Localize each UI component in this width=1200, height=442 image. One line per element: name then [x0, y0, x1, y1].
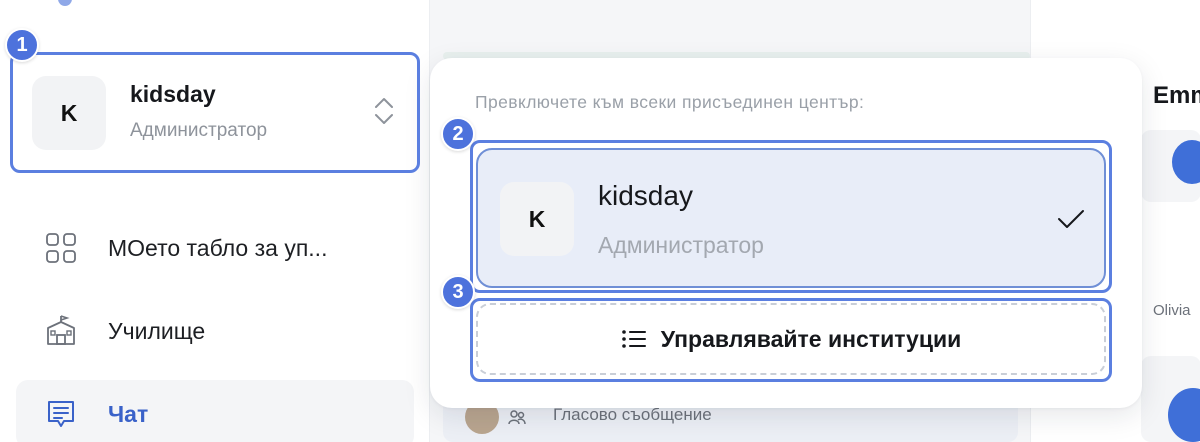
dropdown-heading: Превключете към всеки присъединен център…	[475, 92, 865, 112]
center-switcher[interactable]: K kidsday Администратор	[14, 57, 416, 169]
center-role: Администратор	[130, 120, 268, 141]
message-preview-text: Гласово съобщение	[553, 405, 712, 424]
center-avatar: K	[500, 182, 574, 256]
center-option-role: Администратор	[598, 232, 764, 258]
contact-name: Emm	[1153, 82, 1200, 109]
center-avatar: K	[32, 76, 106, 150]
callout-badge-1: 1	[5, 28, 39, 62]
chevron-up-down-icon	[375, 98, 393, 124]
sidebar-item-chat[interactable]: Чат	[16, 380, 414, 442]
check-icon	[1058, 210, 1084, 228]
sidebar: K kidsday Администратор МОето табло за у…	[0, 0, 430, 442]
manage-institutions-button[interactable]: Управлявайте институции	[476, 303, 1106, 375]
school-icon	[47, 315, 75, 345]
callout-badge-3: 3	[441, 275, 475, 309]
center-switch-dropdown: Превключете към всеки присъединен център…	[430, 58, 1142, 408]
sidebar-item-label: Училище	[108, 317, 206, 344]
contact-label: Olivia	[1153, 302, 1191, 319]
group-icon	[508, 410, 526, 425]
sidebar-item-label: МОето табло за уп...	[108, 234, 328, 261]
manage-institutions-label: Управлявайте институции	[660, 325, 962, 352]
center-name: kidsday	[130, 81, 216, 107]
list-icon	[621, 330, 646, 348]
chat-icon	[48, 401, 74, 427]
grid-icon	[46, 233, 76, 263]
sidebar-item-school[interactable]: Училище	[16, 297, 414, 365]
sidebar-item-dashboard[interactable]: МОето табло за уп...	[16, 214, 414, 282]
callout-badge-2: 2	[441, 117, 475, 151]
sidebar-item-label: Чат	[108, 400, 149, 427]
app-logo-fragment	[58, 0, 72, 6]
center-option-name: kidsday	[598, 180, 693, 211]
center-option-kidsday[interactable]: K kidsday Администратор	[476, 148, 1106, 288]
